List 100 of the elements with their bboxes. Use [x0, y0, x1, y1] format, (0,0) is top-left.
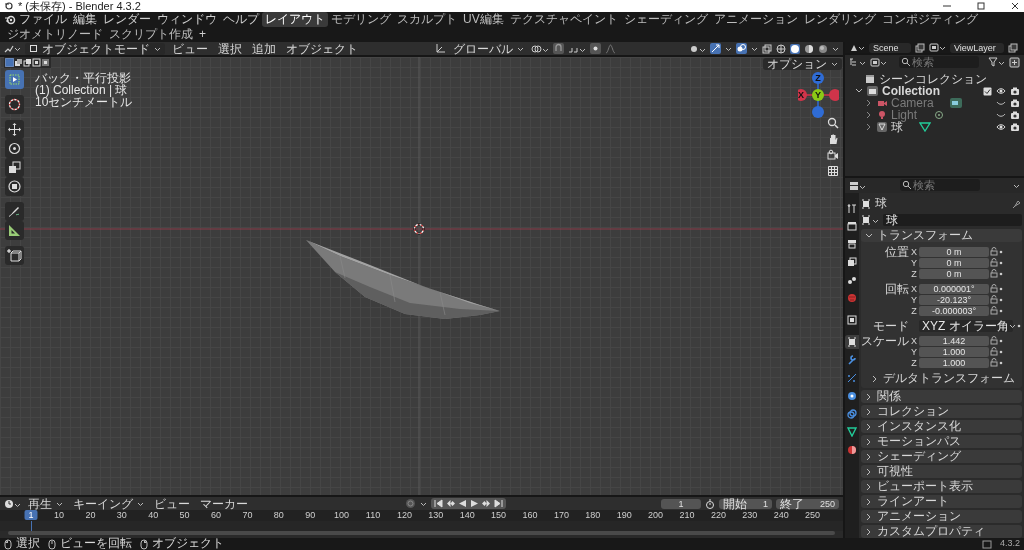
start-frame-field[interactable]: 開始 1 — [718, 498, 772, 509]
axis-handle[interactable]: Y — [812, 89, 824, 101]
value-field[interactable]: 0.000001° — [919, 283, 989, 294]
tree-label[interactable]: Light — [891, 109, 918, 122]
timeline-scrollbar[interactable] — [8, 531, 835, 535]
scale-tool[interactable] — [5, 158, 24, 177]
scene-field[interactable]: Scene — [869, 42, 911, 53]
workspace-tab[interactable]: アニメーション — [710, 12, 801, 27]
move-tool[interactable] — [5, 120, 24, 139]
caret-icon[interactable] — [420, 500, 428, 507]
blender-logo-icon[interactable] — [4, 13, 16, 26]
view-layer-icon[interactable] — [929, 42, 946, 54]
axis-handle[interactable]: X — [798, 89, 807, 101]
render-camera-icon[interactable] — [1010, 86, 1020, 97]
workspace-tab[interactable]: レンダリング — [800, 12, 879, 27]
data-properties-tab[interactable] — [845, 425, 859, 439]
gizmo-toggle-icon[interactable] — [710, 43, 721, 54]
view-layer-properties-tab[interactable] — [845, 255, 859, 269]
name-field[interactable]: 球 — [883, 214, 1022, 226]
menu-item[interactable]: ビュー — [169, 42, 211, 55]
select-box-tool[interactable] — [5, 70, 24, 89]
keyframe-dot-icon[interactable] — [999, 349, 1003, 354]
constraints-properties-tab[interactable] — [845, 407, 859, 421]
axis-handle[interactable] — [812, 106, 824, 118]
mode-dropdown[interactable]: オブジェクトモード — [25, 42, 165, 55]
value-field[interactable]: -0.000003° — [919, 305, 989, 316]
jump-start-icon[interactable] — [434, 499, 444, 508]
workspace-tab[interactable]: テクスチャペイント — [506, 12, 621, 27]
render-camera-icon[interactable] — [1010, 98, 1020, 109]
panel-header[interactable]: ラインアート — [861, 495, 1022, 508]
proportional-edit-icon[interactable] — [589, 43, 601, 54]
wireframe-shading-icon[interactable] — [776, 43, 786, 54]
rotate-tool[interactable] — [5, 139, 24, 158]
search-field[interactable]: 検索 — [899, 55, 979, 68]
menu-item[interactable]: マーカー — [197, 497, 251, 510]
value-field[interactable]: 1.000 — [919, 346, 989, 357]
zoom-icon[interactable] — [827, 117, 839, 129]
menu-item[interactable]: ヘルプ — [220, 12, 262, 27]
menu-item[interactable]: オブジェクト — [283, 42, 361, 55]
lock-icon[interactable] — [990, 295, 998, 304]
lock-icon[interactable] — [990, 269, 998, 278]
light-data-icon[interactable] — [933, 110, 946, 121]
auto-keying-icon[interactable] — [405, 498, 417, 509]
copy-icon[interactable] — [915, 42, 925, 53]
menu-item[interactable]: 追加 — [249, 42, 279, 55]
cursor-tool[interactable] — [5, 95, 24, 114]
transform-tool[interactable] — [5, 177, 24, 196]
caret-icon[interactable] — [1013, 182, 1020, 189]
checkbox-checked-icon[interactable] — [983, 87, 992, 96]
axis-handle[interactable] — [829, 89, 839, 101]
current-frame-field[interactable]: 1 — [660, 498, 701, 509]
render-properties-tab[interactable] — [845, 219, 859, 233]
pan-hand-icon[interactable] — [827, 133, 839, 145]
panel-header[interactable]: シェーディング — [861, 450, 1022, 463]
search-field[interactable]: 検索 — [899, 178, 980, 191]
grid-icon[interactable] — [827, 165, 839, 177]
panel-header[interactable]: トランスフォーム — [861, 229, 1022, 242]
caret-icon[interactable] — [751, 45, 758, 52]
material-properties-tab[interactable] — [845, 443, 859, 457]
output-properties-tab[interactable] — [845, 237, 859, 251]
subpanel-header[interactable]: デルタトランスフォーム — [861, 372, 1022, 385]
visibility-icon[interactable] — [689, 43, 706, 54]
camera-icon[interactable] — [827, 149, 839, 161]
pin-icon[interactable] — [1012, 199, 1022, 209]
lock-icon[interactable] — [990, 358, 998, 367]
end-frame-field[interactable]: 終了 250 — [776, 498, 839, 509]
menu-item[interactable]: 編集 — [70, 12, 100, 27]
menu-item[interactable]: 再生 — [25, 497, 66, 510]
collection-properties-tab[interactable] — [845, 313, 859, 327]
keyframe-dot-icon[interactable] — [999, 249, 1003, 254]
caret-icon[interactable] — [725, 45, 732, 52]
tree-label[interactable]: Collection — [882, 85, 940, 98]
keyframe-dot-icon[interactable] — [999, 308, 1003, 313]
object-type-icon[interactable] — [861, 215, 879, 225]
material-shading-icon[interactable] — [804, 43, 814, 54]
play-icon[interactable] — [470, 499, 480, 508]
lock-icon[interactable] — [990, 347, 998, 356]
lock-icon[interactable] — [990, 284, 998, 293]
panel-header[interactable]: モーションパス — [861, 435, 1022, 448]
keyframe-dot-icon[interactable] — [999, 271, 1003, 276]
lock-icon[interactable] — [990, 306, 998, 315]
panel-header[interactable]: インスタンス化 — [861, 420, 1022, 433]
new-collection-icon[interactable] — [1009, 57, 1020, 68]
tree-label[interactable]: Camera — [891, 97, 934, 110]
overlay-toggle-icon[interactable] — [736, 43, 747, 54]
workspace-tab[interactable]: シェーディング — [620, 12, 711, 27]
keyframe-dot-icon[interactable] — [999, 360, 1003, 365]
menu-item[interactable]: キーイング — [70, 497, 147, 510]
lock-icon[interactable] — [990, 336, 998, 345]
workspace-tab[interactable]: モデリング — [328, 12, 394, 27]
pivot-icon[interactable] — [530, 43, 549, 54]
panel-header[interactable]: カスタムプロパティ — [861, 525, 1022, 538]
render-camera-icon[interactable] — [1010, 122, 1020, 133]
jump-end-icon[interactable] — [494, 499, 504, 508]
play-reverse-icon[interactable] — [458, 499, 468, 508]
render-camera-icon[interactable] — [1010, 110, 1020, 121]
filter-icon[interactable] — [988, 57, 1005, 68]
select-intersect-icon[interactable] — [41, 58, 50, 67]
select-extend-icon[interactable] — [14, 58, 23, 67]
clock-icon[interactable] — [4, 498, 21, 509]
